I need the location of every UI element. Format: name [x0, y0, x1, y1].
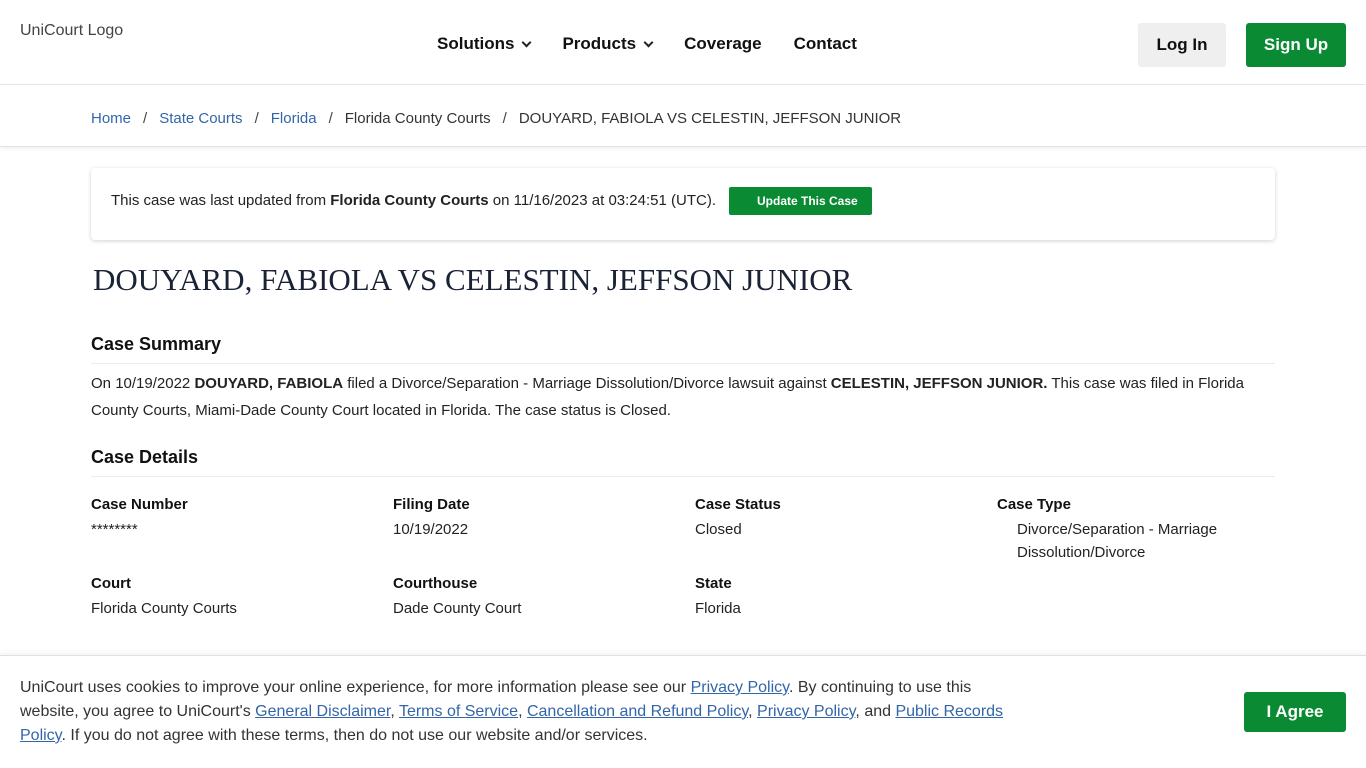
breadcrumb-florida[interactable]: Florida: [271, 110, 317, 127]
cookie-comma: ,: [748, 703, 758, 720]
courthouse-label: Courthouse: [393, 575, 478, 592]
breadcrumb-current-case: DOUYARD, FABIOLA VS CELESTIN, JEFFSON JU…: [518, 110, 902, 127]
courthouse-value: Dade County Court: [393, 600, 522, 617]
nav-coverage[interactable]: Coverage: [684, 34, 761, 54]
cookie-text-1: UniCourt uses cookies to improve your on…: [20, 679, 691, 696]
breadcrumb-home[interactable]: Home: [91, 110, 131, 127]
nav-products[interactable]: Products: [562, 34, 654, 54]
case-summary-heading: Case Summary: [91, 334, 1275, 364]
login-button[interactable]: Log In: [1138, 23, 1226, 67]
case-status-value: Closed: [695, 521, 742, 538]
nav-coverage-label: Coverage: [684, 34, 762, 53]
detail-case-number: Case Number ********: [91, 496, 188, 541]
site-header: UniCourt Logo Solutions Products Coverag…: [0, 0, 1366, 85]
cookie-notice-text: UniCourt uses cookies to improve your on…: [20, 676, 1020, 748]
cookie-comma: ,: [518, 703, 527, 720]
case-status-label: Case Status: [695, 496, 781, 513]
breadcrumb-separator: /: [502, 110, 507, 127]
case-summary-text: On 10/19/2022 DOUYARD, FABIOLA filed a D…: [91, 370, 1261, 424]
case-title: DOUYARD, FABIOLA VS CELESTIN, JEFFSON JU…: [93, 262, 853, 297]
breadcrumb-separator: /: [254, 110, 259, 127]
logo-alt-text: UniCourt Logo: [20, 22, 124, 39]
cookie-banner: UniCourt uses cookies to improve your on…: [0, 655, 1366, 768]
filing-date-value: 10/19/2022: [393, 521, 469, 538]
cookie-and: , and: [855, 703, 896, 720]
breadcrumb: Home / State Courts / Florida / Florida …: [91, 110, 901, 127]
court-value: Florida County Courts: [91, 600, 237, 617]
breadcrumb-state-courts[interactable]: State Courts: [159, 110, 242, 127]
breadcrumb-bar: Home / State Courts / Florida / Florida …: [0, 85, 1366, 147]
summary-date: 10/19/2022: [115, 375, 191, 392]
case-type-label: Case Type: [997, 496, 1071, 513]
summary-plaintiff: DOUYARD, FABIOLA: [194, 375, 344, 392]
main-nav: Solutions Products Coverage Contact: [437, 34, 889, 54]
nav-contact-label: Contact: [793, 34, 857, 53]
detail-case-type: Case Type Divorce/Separation - Marriage …: [997, 496, 1237, 564]
signup-button[interactable]: Sign Up: [1246, 23, 1346, 67]
update-time: 03:24:51 (UTC).: [608, 192, 716, 209]
breadcrumb-county-courts: Florida County Courts: [344, 110, 491, 127]
case-update-panel: This case was last updated from Florida …: [91, 168, 1275, 240]
privacy-policy-link-2[interactable]: Privacy Policy: [757, 703, 855, 720]
last-updated-text: This case was last updated from Florida …: [111, 192, 716, 209]
case-number-value: ********: [91, 521, 138, 538]
cancellation-refund-link[interactable]: Cancellation and Refund Policy: [527, 703, 748, 720]
cookie-text-3: . If you do not agree with these terms, …: [61, 727, 648, 744]
nav-solutions[interactable]: Solutions: [437, 34, 532, 54]
nav-contact[interactable]: Contact: [794, 34, 857, 54]
case-number-label: Case Number: [91, 496, 188, 513]
breadcrumb-separator: /: [143, 110, 148, 127]
update-on: on: [488, 192, 514, 209]
case-type-value: Divorce/Separation - Marriage Dissolutio…: [1017, 521, 1218, 561]
update-source: Florida County Courts: [330, 192, 489, 209]
state-value: Florida: [695, 600, 741, 617]
privacy-policy-link[interactable]: Privacy Policy: [691, 679, 789, 696]
detail-court: Court Florida County Courts: [91, 575, 237, 620]
detail-state: State Florida: [695, 575, 741, 620]
unicourt-logo[interactable]: UniCourt Logo: [20, 22, 123, 40]
chevron-down-icon: [643, 37, 654, 47]
terms-of-service-link[interactable]: Terms of Service: [399, 703, 518, 720]
detail-courthouse: Courthouse Dade County Court: [393, 575, 521, 620]
update-case-button[interactable]: Update This Case: [729, 187, 872, 215]
summary-filed-text: filed a Divorce/Separation - Marriage Di…: [343, 375, 831, 392]
summary-defendant: CELESTIN, JEFFSON JUNIOR.: [830, 375, 1048, 392]
general-disclaimer-link[interactable]: General Disclaimer: [255, 703, 390, 720]
case-details-heading: Case Details: [91, 447, 1275, 477]
filing-date-label: Filing Date: [393, 496, 470, 513]
court-label: Court: [91, 575, 131, 592]
cookie-comma: ,: [390, 703, 399, 720]
state-label: State: [695, 575, 732, 592]
nav-products-label: Products: [562, 34, 637, 53]
update-at: at: [587, 192, 609, 209]
detail-filing-date: Filing Date 10/19/2022: [393, 496, 470, 541]
detail-case-status: Case Status Closed: [695, 496, 781, 541]
update-date: 11/16/2023: [513, 192, 588, 209]
nav-solutions-label: Solutions: [437, 34, 515, 53]
agree-button[interactable]: I Agree: [1244, 692, 1346, 732]
breadcrumb-separator: /: [328, 110, 333, 127]
update-prefix: This case was last updated from: [111, 192, 331, 209]
chevron-down-icon: [522, 37, 532, 47]
summary-on: On: [91, 375, 116, 392]
